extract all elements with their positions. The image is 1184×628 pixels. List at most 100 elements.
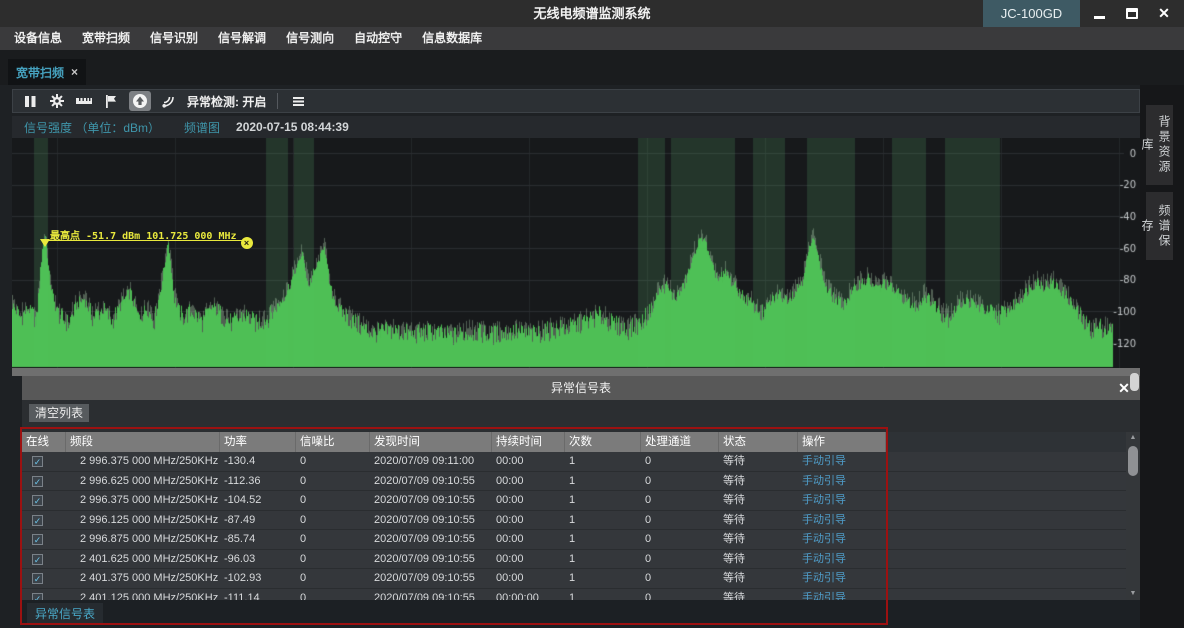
snr-cell: 0	[296, 472, 370, 491]
abnormal-signal-panel: 异常信号表 ✕ 清空列表 在线频段功率信噪比发现时间持续时间次数处理通道状态操作…	[22, 376, 1140, 628]
online-checkbox[interactable]: ✓	[32, 554, 43, 565]
menu-item-3[interactable]: 信号解调	[208, 27, 276, 50]
tab-close-icon[interactable]: ×	[71, 65, 78, 79]
bottom-tab-abnormal-signal[interactable]: 异常信号表	[27, 603, 103, 625]
table-row[interactable]: ✓2 401.375 000 MHz/250KHz-102.9302020/07…	[22, 569, 1126, 589]
tab-bar: 宽带扫频 ×	[0, 50, 1184, 85]
snr-cell: 0	[296, 511, 370, 530]
toolbar: 异常检测: 开启	[12, 89, 1140, 113]
freq-cell: 2 996.625 000 MHz/250KHz	[66, 472, 220, 491]
column-header-9[interactable]: 操作	[798, 432, 886, 452]
table-row[interactable]: ✓2 996.125 000 MHz/250KHz-87.4902020/07/…	[22, 511, 1126, 531]
manual-guide-link[interactable]: 手动引导	[798, 530, 886, 549]
column-header-6[interactable]: 次数	[565, 432, 641, 452]
online-checkbox[interactable]: ✓	[32, 593, 43, 601]
manual-guide-link[interactable]: 手动引导	[798, 589, 886, 601]
scrollbar-up-arrow-icon[interactable]: ▲	[1126, 432, 1140, 444]
table-row[interactable]: ✓2 401.625 000 MHz/250KHz-96.0302020/07/…	[22, 550, 1126, 570]
power-cell: -111.14	[220, 589, 296, 601]
table-row[interactable]: ✓2 401.125 000 MHz/250KHz-111.1402020/07…	[22, 589, 1126, 601]
online-checkbox[interactable]: ✓	[32, 495, 43, 506]
table-row[interactable]: ✓2 996.625 000 MHz/250KHz-112.3602020/07…	[22, 472, 1126, 492]
manual-guide-link[interactable]: 手动引导	[798, 550, 886, 569]
table-row[interactable]: ✓2 996.375 000 MHz/250KHz-104.5202020/07…	[22, 491, 1126, 511]
device-model-button[interactable]: JC-100GD	[983, 0, 1080, 27]
manual-guide-link[interactable]: 手动引导	[798, 472, 886, 491]
tab-broadband-scan[interactable]: 宽带扫频 ×	[8, 59, 86, 85]
chart-timestamp: 2020-07-15 08:44:39	[236, 120, 349, 134]
manual-guide-link[interactable]: 手动引导	[798, 511, 886, 530]
table-row[interactable]: ✓2 996.875 000 MHz/250KHz-85.7402020/07/…	[22, 530, 1126, 550]
measure-button[interactable]	[75, 92, 93, 110]
table-row[interactable]: ✓2 996.375 000 MHz/250KHz-130.402020/07/…	[22, 452, 1126, 472]
duration-cell: 00:00	[492, 511, 565, 530]
column-header-3[interactable]: 信噪比	[296, 432, 370, 452]
max-point-text: 最高点 -51.7 dBm 101.725 000 MHz	[50, 231, 237, 242]
snr-cell: 0	[296, 530, 370, 549]
table-header-row: 在线频段功率信噪比发现时间持续时间次数处理通道状态操作	[22, 432, 1126, 452]
online-checkbox[interactable]: ✓	[32, 534, 43, 545]
record-upload-toggle[interactable]	[129, 91, 151, 111]
manual-guide-link[interactable]: 手动引导	[798, 491, 886, 510]
pause-button[interactable]	[21, 92, 39, 110]
maximize-button[interactable]	[1118, 0, 1146, 27]
count-cell: 1	[565, 472, 641, 491]
channel-cell: 0	[641, 589, 719, 601]
online-cell: ✓	[22, 589, 66, 601]
clear-list-button[interactable]: 清空列表	[29, 404, 89, 422]
manual-guide-link[interactable]: 手动引导	[798, 452, 886, 471]
anomaly-detect-status: 异常检测: 开启	[187, 93, 266, 110]
annotation-close-icon[interactable]: ×	[241, 237, 253, 249]
max-point-annotation[interactable]: 最高点 -51.7 dBm 101.725 000 MHz ×	[42, 226, 247, 241]
count-cell: 1	[565, 511, 641, 530]
menu-item-2[interactable]: 信号识别	[140, 27, 208, 50]
column-header-4[interactable]: 发现时间	[370, 432, 492, 452]
snr-cell: 0	[296, 550, 370, 569]
channel-cell: 0	[641, 511, 719, 530]
menu-item-4[interactable]: 信号测向	[276, 27, 344, 50]
found-cell: 2020/07/09 09:10:55	[370, 491, 492, 510]
menu-item-0[interactable]: 设备信息	[4, 27, 72, 50]
menu-item-1[interactable]: 宽带扫频	[72, 27, 140, 50]
flag-button[interactable]	[102, 92, 120, 110]
online-checkbox[interactable]: ✓	[32, 515, 43, 526]
table-vertical-scrollbar[interactable]: ▲ ▼	[1126, 432, 1140, 600]
chart-horizontal-scrollbar[interactable]	[12, 368, 1140, 376]
column-header-0[interactable]: 在线	[22, 432, 66, 452]
menu-item-6[interactable]: 信息数据库	[412, 27, 492, 50]
power-cell: -112.36	[220, 472, 296, 491]
anomaly-scan-button[interactable]	[160, 92, 178, 110]
column-header-7[interactable]: 处理通道	[641, 432, 719, 452]
minimize-button[interactable]	[1086, 0, 1114, 27]
power-cell: -85.74	[220, 530, 296, 549]
column-header-1[interactable]: 频段	[66, 432, 220, 452]
online-checkbox[interactable]: ✓	[32, 456, 43, 467]
column-header-8[interactable]: 状态	[719, 432, 798, 452]
minimize-icon	[1091, 5, 1109, 23]
column-header-5[interactable]: 持续时间	[492, 432, 565, 452]
duration-cell: 00:00	[492, 472, 565, 491]
scrollbar-thumb[interactable]	[1128, 446, 1138, 476]
online-checkbox[interactable]: ✓	[32, 573, 43, 584]
online-cell: ✓	[22, 511, 66, 530]
list-menu-button[interactable]	[289, 92, 307, 110]
settings-button[interactable]	[48, 92, 66, 110]
scrollbar-down-arrow-icon[interactable]: ▼	[1126, 588, 1140, 600]
menu-item-5[interactable]: 自动控守	[344, 27, 412, 50]
spectrum-save-button[interactable]: 频谱保存	[1146, 192, 1173, 260]
power-cell: -104.52	[220, 491, 296, 510]
spectrum-chart[interactable]	[12, 138, 1140, 368]
online-checkbox[interactable]: ✓	[32, 476, 43, 487]
chart-scrollbar-handle[interactable]	[1130, 373, 1139, 391]
close-button[interactable]: ✕	[1150, 0, 1178, 27]
ruler-icon	[76, 94, 92, 108]
count-cell: 1	[565, 589, 641, 601]
power-cell: -102.93	[220, 569, 296, 588]
flag-icon	[104, 94, 118, 109]
chart-type-label[interactable]: 频谱图	[184, 119, 220, 136]
column-header-2[interactable]: 功率	[220, 432, 296, 452]
background-library-button[interactable]: 背景资源库	[1146, 105, 1173, 185]
table-body: ✓2 996.375 000 MHz/250KHz-130.402020/07/…	[22, 452, 1126, 600]
panel-header[interactable]: 异常信号表 ✕	[22, 376, 1140, 400]
manual-guide-link[interactable]: 手动引导	[798, 569, 886, 588]
